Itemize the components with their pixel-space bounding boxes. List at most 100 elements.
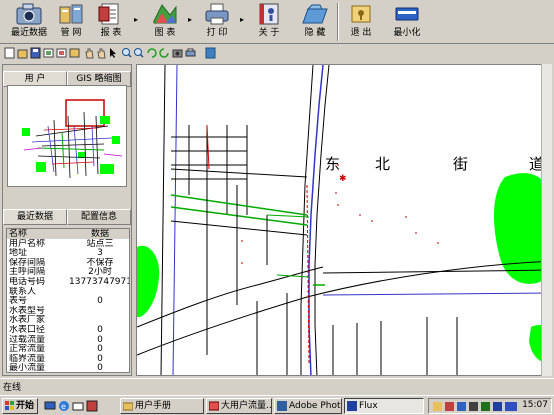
grid-row[interactable]: 临界流量 0 (7, 354, 129, 363)
gis-map-view[interactable]: ✱ 东 北 街 道 (136, 64, 552, 376)
system-tray: 15:07 (428, 398, 552, 414)
grid-row[interactable]: 电话号码 13773747971 (7, 277, 129, 287)
open-file-icon[interactable] (17, 47, 28, 59)
grid-cell-name: 水表厂家 (9, 315, 46, 325)
road-line (160, 65, 166, 375)
grid-row[interactable]: 水表厂家 (7, 315, 129, 325)
grid-row[interactable]: 水表型号 (7, 305, 129, 316)
start-label: 开始 (16, 401, 35, 411)
grid-row[interactable]: 过载流量 0 (7, 334, 129, 345)
grid-cell-value (69, 287, 129, 297)
report-label: 报 表 (100, 28, 122, 38)
task-user-manual[interactable]: 用户手册 (120, 398, 204, 414)
folder-icon (123, 402, 133, 411)
grid-cell-value (69, 306, 129, 316)
layer-edit-icon[interactable] (56, 47, 67, 59)
road-line (308, 65, 324, 375)
grid-cell-name: 过载流量 (9, 334, 46, 345)
print-small-icon[interactable] (185, 47, 196, 59)
sel-arrow-icon[interactable] (108, 47, 119, 59)
grid-cell-value: 0 (97, 344, 103, 354)
chart-button[interactable]: 图 表 (138, 1, 192, 43)
about-label: 关 于 (258, 28, 280, 38)
street-label-char: 街 (453, 155, 468, 173)
grid-cell-name: 最小流量 (9, 363, 46, 373)
windows-taskbar: 开始 e 用户手册 大用户流量... Adobe Photos... Flux … (0, 395, 554, 415)
quicklaunch-ie-icon[interactable]: e (58, 400, 70, 412)
select-hand-icon[interactable] (96, 47, 107, 59)
new-file-icon[interactable] (4, 47, 15, 59)
zoom-out-icon[interactable] (133, 47, 144, 59)
grid-cell-value: 2小时 (88, 267, 112, 277)
grid-row[interactable]: 水表口径 0 (7, 325, 129, 335)
grid-row[interactable]: 地址 3 (7, 248, 129, 258)
grid-row[interactable]: 保存间隔 不保存 (7, 257, 129, 268)
photoshop-icon (277, 401, 287, 411)
layers-icon[interactable] (205, 47, 216, 59)
street-label-char: 北 (375, 155, 390, 173)
camera-small-icon[interactable] (172, 47, 183, 59)
zoom-in-icon[interactable] (121, 47, 132, 59)
pipe-line (266, 214, 310, 218)
grid-header-value: 数据 (90, 229, 109, 239)
map-toolbar (0, 44, 554, 62)
task-flux[interactable]: Flux (344, 398, 424, 414)
exit-key-icon (346, 1, 376, 27)
grid-cell-name: 表号 (9, 296, 28, 306)
printer-icon (202, 1, 232, 27)
layer-props-icon[interactable] (69, 47, 80, 59)
task-label: 用户手册 (135, 401, 172, 411)
start-button[interactable]: 开始 (2, 398, 38, 414)
tab-config-info[interactable]: 配置信息 (67, 209, 131, 225)
grid-header-row: 名称 数据 (7, 229, 129, 239)
grid-cell-name: 主呼间隔 (9, 267, 46, 277)
road-line (314, 65, 330, 375)
hide-label: 隐 藏 (304, 28, 326, 38)
grid-cell-name: 电话号码 (9, 277, 46, 287)
grid-cell-value: 不保存 (86, 257, 114, 268)
pipe-network-label: 管 网 (60, 28, 82, 38)
reload-icon[interactable] (159, 47, 170, 59)
tray-icons (433, 402, 517, 411)
map-vertical-scrollbar[interactable] (541, 64, 552, 376)
refresh-icon[interactable] (146, 47, 157, 59)
exit-label: 退 出 (350, 28, 372, 38)
station-marker-icon[interactable]: ✱ (339, 174, 347, 184)
bottom-tab-row: 最近数据 配置信息 (3, 209, 131, 225)
grid-row[interactable]: 最小流量 0 (7, 363, 129, 373)
grid-cell-value: 站点三 (86, 238, 114, 249)
grid-row[interactable]: 主呼间隔 2小时 (7, 267, 129, 277)
print-button[interactable]: 打 印 (190, 1, 244, 43)
pan-hand-icon[interactable] (84, 47, 95, 59)
grid-row[interactable]: 用户名称 站点三 (7, 238, 129, 249)
grid-cell-name: 水表型号 (9, 305, 46, 316)
road-line (172, 65, 178, 375)
about-book-icon (254, 1, 284, 27)
save-file-icon[interactable] (30, 47, 41, 59)
block-line (206, 185, 268, 355)
grid-cell-name: 水表口径 (9, 325, 46, 335)
gis-thumbnail-map[interactable] (7, 85, 127, 187)
task-photoshop[interactable]: Adobe Photos... (274, 398, 342, 414)
left-panel: 用 户 GIS 略缩图 最近数据 配置信息 名称 数据 用户名称 站点三 地址 3 保存间隔… (2, 64, 132, 376)
quicklaunch-desktop-icon[interactable] (44, 400, 56, 412)
grid-cell-value: 3 (97, 248, 103, 258)
grid-row[interactable]: 表号 0 (7, 296, 129, 306)
hide-folder-icon (300, 1, 330, 27)
grid-cell-name: 联系人 (9, 286, 37, 297)
block-line (256, 293, 288, 375)
minimize-button[interactable]: 最小化 (380, 1, 434, 43)
report-icon (96, 1, 126, 27)
road-line (322, 292, 551, 296)
report-button[interactable]: 报 表 (84, 1, 138, 43)
quicklaunch-mail-icon[interactable] (72, 400, 84, 412)
grid-cell-value: 0 (97, 363, 103, 373)
grid-row[interactable]: 正常流量 0 (7, 344, 129, 354)
tab-recent-data[interactable]: 最近数据 (3, 209, 67, 225)
layer-add-icon[interactable] (43, 47, 54, 59)
quicklaunch-app-icon[interactable] (86, 400, 98, 412)
grid-header-name: 名称 (9, 229, 28, 239)
minimize-card-icon (392, 1, 422, 27)
task-flow-app[interactable]: 大用户流量... (206, 398, 272, 414)
grid-row[interactable]: 联系人 (7, 286, 129, 297)
